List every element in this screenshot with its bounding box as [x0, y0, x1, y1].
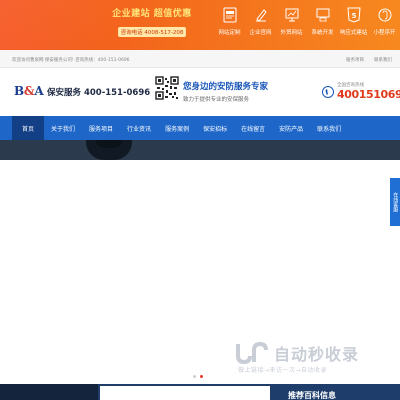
- watermark: 自动秒收录 做上链接→来访一次→自动收录: [232, 340, 392, 376]
- qr-code-icon: [155, 76, 179, 100]
- slider-dot[interactable]: [193, 375, 196, 378]
- globe-icon: [284, 6, 300, 24]
- promo-item-foreign[interactable]: 外贸网站: [276, 6, 307, 36]
- bottom-dark-panel: [0, 384, 98, 400]
- html5-icon: 5: [346, 6, 362, 24]
- miniprogram-icon: [377, 6, 393, 24]
- promo-item-responsive[interactable]: 5 响应式建站: [338, 6, 369, 36]
- watermark-subtitle: 做上链接→来访一次→自动收录: [238, 367, 328, 374]
- site-logo[interactable]: B&A: [14, 84, 44, 98]
- promo-phone: 咨询电话 4008-517-208: [117, 27, 187, 37]
- edit-icon: [253, 6, 269, 24]
- nav-item-tender[interactable]: 保安招标: [196, 116, 234, 140]
- page: 企业建站 超值优惠 咨询电话 4008-517-208 网站定制 企业官网 外贸…: [0, 0, 400, 400]
- slogan-subtitle: 致力于提供专业的安保服务: [183, 97, 250, 103]
- bottom-title: 推荐百科信息: [288, 391, 336, 400]
- promo-item-web[interactable]: 网站定制: [214, 6, 245, 36]
- promo-badge: 企业建站 超值优惠 咨询电话 4008-517-208: [108, 6, 196, 44]
- phone-icon: [322, 84, 334, 100]
- nav-item-home[interactable]: 首页: [12, 116, 45, 140]
- nav-item-contact[interactable]: 联系我们: [310, 116, 348, 140]
- nav-item-news[interactable]: 行业资讯: [120, 116, 158, 140]
- promo-item-system[interactable]: 系统开发: [307, 6, 338, 36]
- slogan-title: 您身边的安防服务专家: [183, 82, 269, 92]
- promo-item-label: 小程序开: [373, 30, 396, 36]
- hero-banner-top: [0, 140, 400, 160]
- logo-ampersand: &: [23, 84, 35, 98]
- slider-dot-active[interactable]: [200, 375, 203, 378]
- topbar-welcome: 欢迎访问曹泉网 保安服务公司! 咨询热线：400-151-0696: [12, 58, 130, 63]
- topbar-links: 服务项目 联系我们: [346, 57, 392, 63]
- promo-item-corporate[interactable]: 企业官网: [245, 6, 276, 36]
- monitor-icon: [315, 6, 331, 24]
- nav-item-cases[interactable]: 服务案例: [158, 116, 196, 140]
- promo-item-label: 响应式建站: [339, 30, 368, 36]
- nav-item-about[interactable]: 关于我们: [44, 116, 82, 140]
- hotline[interactable]: 全国咨询热线 4001510696: [322, 82, 400, 104]
- promo-items: 网站定制 企业官网 外贸网站 系统开发 5 响应式建站 小程序开: [214, 6, 400, 36]
- promo-item-label: 网站定制: [218, 30, 241, 36]
- svg-text:5: 5: [351, 12, 356, 20]
- promo-item-label: 系统开发: [311, 30, 334, 36]
- bottom-white-panel: [100, 386, 270, 400]
- header: B&A 保安服务 400-151-0696 您身边的安防服务专家 致力于提供专业…: [0, 68, 400, 116]
- slogan: 您身边的安防服务专家 致力于提供专业的安保服务: [183, 80, 268, 103]
- topbar: 欢迎访问曹泉网 保安服务公司! 咨询热线：400-151-0696 服务项目 联…: [0, 50, 400, 68]
- main-nav: 首页 关于我们 服务项目 行业资讯 服务案例 保安招标 在线留言 安防产品 联系…: [0, 116, 400, 140]
- topbar-link-contact[interactable]: 联系我们: [374, 57, 392, 63]
- promo-item-miniprogram[interactable]: 小程序开: [369, 6, 400, 36]
- side-float-label: 在线客服: [392, 192, 399, 212]
- promo-banner[interactable]: 企业建站 超值优惠 咨询电话 4008-517-208 网站定制 企业官网 外贸…: [0, 0, 400, 50]
- watermark-title: 自动秒收录: [274, 345, 360, 364]
- topbar-link-services[interactable]: 服务项目: [346, 57, 364, 63]
- side-float-service[interactable]: 在线客服: [390, 178, 400, 226]
- promo-title: 企业建站 超值优惠: [112, 9, 192, 19]
- web-icon: [222, 6, 238, 24]
- slider-dots: [193, 375, 203, 378]
- bottom-section: 推荐百科信息: [0, 384, 400, 400]
- watermark-logo-icon: [232, 340, 272, 366]
- hero-figure-detail: [96, 140, 122, 148]
- promo-item-label: 企业官网: [249, 30, 272, 36]
- nav-item-message[interactable]: 在线留言: [234, 116, 272, 140]
- nav-item-services[interactable]: 服务项目: [82, 116, 120, 140]
- logo-text: 保安服务 400-151-0696: [47, 88, 151, 98]
- hotline-number: 4001510696: [337, 88, 400, 101]
- promo-item-label: 外贸网站: [280, 30, 303, 36]
- nav-item-products[interactable]: 安防产品: [272, 116, 310, 140]
